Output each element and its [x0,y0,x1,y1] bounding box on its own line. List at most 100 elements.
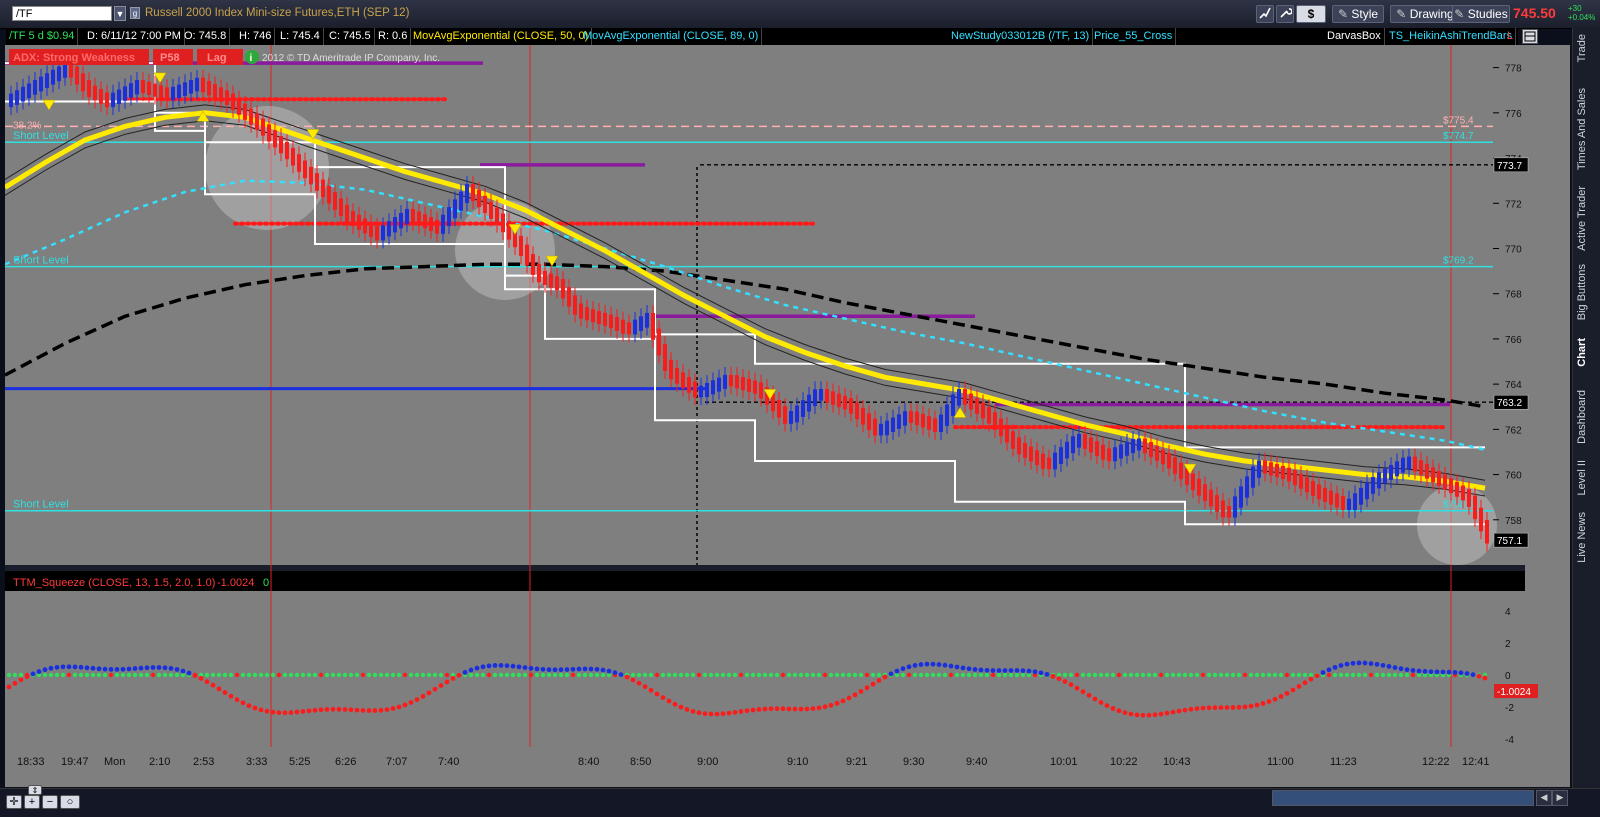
momentum-dot [792,706,798,712]
squeeze-dot [738,672,744,678]
squeeze-dot [180,672,186,678]
price-candle [999,418,1003,437]
squeeze-dot [1134,672,1140,678]
momentum-dot [642,684,648,690]
crosshair-icon[interactable]: ○ [60,795,80,809]
momentum-dot [1272,696,1278,702]
squeeze-dot [924,672,930,678]
rail-tab-times-and-sales[interactable]: Times And Sales [1576,88,1588,170]
study-ema50-label[interactable]: MovAvgExponential (CLOSE, 50, 0) [410,28,593,45]
price-candle [777,399,781,418]
rail-tab-active-trader[interactable]: Active Trader [1576,186,1588,251]
price-candle [627,322,631,335]
squeeze-dot [396,672,402,678]
squeeze-study-label[interactable]: TTM_Squeeze (CLOSE, 13, 1.5, 2.0, 1.0) [13,577,215,589]
style-button[interactable]: ✎ Style [1332,5,1384,23]
momentum-dot [690,708,696,714]
study-price55-label[interactable]: Price_55_Cross [1091,28,1177,45]
price-candle [423,214,427,229]
price-candle [969,393,973,410]
chart-layout-icon[interactable] [1522,29,1538,44]
panel-divider[interactable] [5,565,1570,571]
expand-icon[interactable]: ⇕ [28,785,42,795]
squeeze-dot [426,672,432,678]
horizontal-scrollbar[interactable] [1272,790,1534,806]
symbol-input[interactable]: /TF [12,6,112,21]
squeeze-dot [654,672,660,678]
momentum-dot [402,702,408,708]
wrench-icon[interactable] [1276,5,1294,23]
time-label-9: 7:07 [386,756,407,768]
studies-button[interactable]: ✎ Studies [1452,5,1510,23]
momentum-dot [1422,669,1428,674]
momentum-dot [1314,673,1320,679]
squeeze-dot [792,672,798,678]
squeeze-dot [240,672,246,678]
fib-label: 38.2% [13,120,41,131]
dollar-button[interactable]: $ [1296,5,1326,23]
price-candle [699,385,703,398]
momentum-dot [1326,667,1332,673]
symbol-dropdown-icon[interactable]: ▼ [114,6,126,21]
rail-tab-level-ii[interactable]: Level II [1576,460,1588,495]
study-overflow-label[interactable]: L [1504,28,1516,45]
price-candle [1167,452,1171,469]
momentum-dot [1128,711,1134,717]
rail-tab-trade[interactable]: Trade [1576,34,1588,62]
momentum-dot [1476,673,1482,679]
momentum-dot [1254,702,1260,708]
squeeze-dot [384,672,390,678]
momentum-dot [438,683,444,688]
time-label-11: 8:40 [578,756,599,768]
momentum-dot [1308,676,1314,682]
price-chart[interactable]: Short Level $774.7 Short Level $769.2 Short … [5,45,1570,787]
momentum-dot [516,664,522,670]
squeeze-dot [600,672,606,678]
momentum-dot [1464,671,1470,676]
momentum-dot [366,708,372,713]
price-candle [1395,461,1399,477]
study-darvas-label[interactable]: DarvasBox [1324,28,1385,45]
scroll-left-icon[interactable]: ◀ [1536,790,1552,806]
scroll-right-icon[interactable]: ▶ [1552,790,1568,806]
rail-tab-dashboard[interactable]: Dashboard [1576,390,1588,444]
price-candle [93,85,97,101]
momentum-dot [174,667,180,672]
squeeze-dot [1380,672,1386,678]
price-candle [1257,460,1261,478]
study-heikin-label[interactable]: TS_HeikinAshiTrendBars [1386,28,1517,45]
squeeze-dot [1278,672,1284,678]
time-label-10: 7:40 [438,756,459,768]
price-candle [657,328,661,356]
rail-tab-live-news[interactable]: Live News [1576,512,1588,563]
link-group-button[interactable]: g [130,7,140,19]
momentum-dot [882,674,888,680]
squeeze-dot [1074,672,1080,678]
price-candle [1341,496,1345,511]
study-ema89-label[interactable]: MovAvgExponential (CLOSE, 89, 0) [580,28,763,45]
rail-tab-big-buttons[interactable]: Big Buttons [1576,264,1588,320]
pan-icon[interactable]: ✛ [6,795,22,809]
chart-settings-icon[interactable] [1256,5,1274,23]
price-candle [87,80,91,97]
study-newstudy-label[interactable]: NewStudy033012B (/TF, 13) [948,28,1094,45]
momentum-dot [726,710,732,716]
momentum-dot [558,667,564,673]
price-candle [537,263,541,283]
price-candle [1035,450,1039,466]
squeeze-tick-label-2: 2 [1505,639,1511,650]
rail-tab-chart[interactable]: Chart [1576,338,1588,367]
time-label-6: 3:33 [246,756,267,768]
squeeze-dot [1020,672,1026,678]
price-candle [1209,489,1213,507]
price-candle [15,90,19,105]
momentum-dot [846,695,852,701]
short-level-price-1: $774.7 [1443,131,1474,142]
squeeze-dot [318,672,324,678]
price-candle [1107,448,1111,462]
zoom-in-icon[interactable]: + [24,795,40,809]
net-change: +30 [1568,4,1582,13]
momentum-dot [942,662,948,668]
zoom-out-icon[interactable]: − [42,795,58,809]
price-candle [387,221,391,237]
